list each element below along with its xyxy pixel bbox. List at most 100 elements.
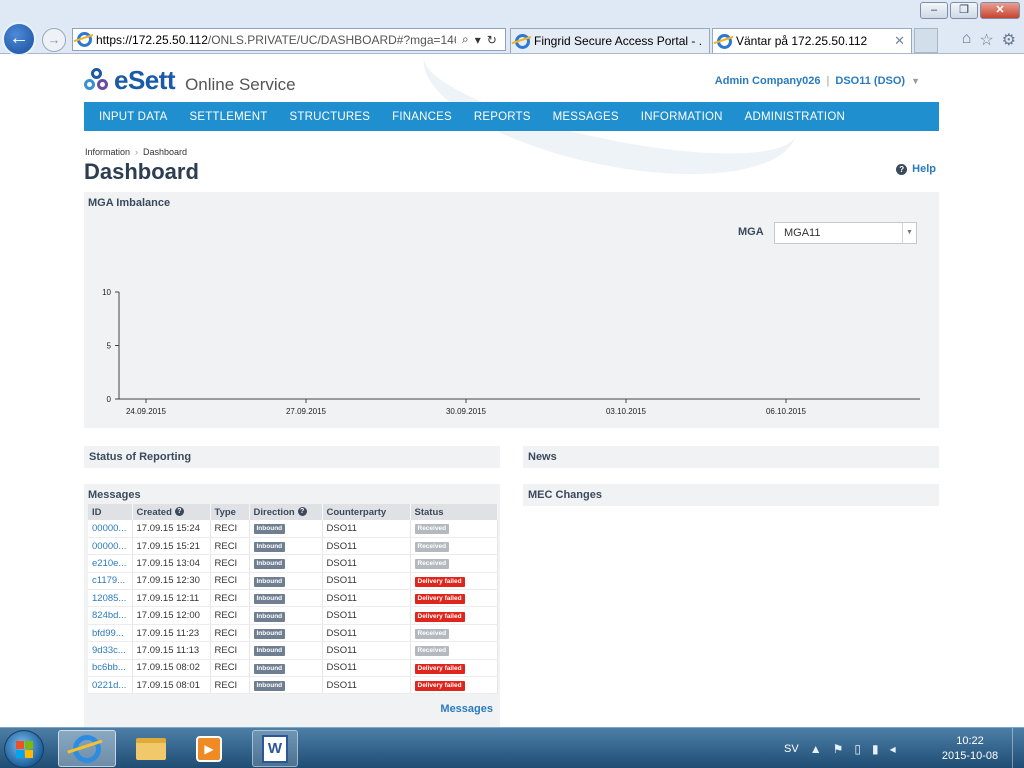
col-direction[interactable]: Direction? xyxy=(249,504,323,520)
message-id-link[interactable]: bfd99... xyxy=(88,624,133,643)
battery-icon[interactable]: ▯ xyxy=(854,742,861,756)
table-row[interactable]: 9d33c... 17.09.15 11:13 RECI Inbound DSO11 Re… xyxy=(88,641,498,660)
type-cell: RECI xyxy=(210,606,250,625)
taskbar-explorer-button[interactable] xyxy=(122,730,180,767)
table-row[interactable]: 12085... 17.09.15 12:11 RECI Inbound DSO11 De… xyxy=(88,589,498,608)
user-menu[interactable]: Admin Company026 | DSO11 (DSO) ▼ xyxy=(715,75,920,87)
refresh-icon[interactable]: ↻ xyxy=(487,33,497,47)
direction-cell: Inbound xyxy=(249,554,323,573)
menu-messages[interactable]: MESSAGES xyxy=(542,111,630,123)
status-badge: Delivery failed xyxy=(414,663,465,674)
menu-reports[interactable]: REPORTS xyxy=(463,111,542,123)
close-tab-icon[interactable]: ✕ xyxy=(894,33,905,49)
direction-badge: Inbound xyxy=(253,663,286,674)
new-tab-button[interactable] xyxy=(914,28,938,53)
minimize-button[interactable]: – xyxy=(920,2,948,19)
browser-tab-active[interactable]: Väntar på 172.25.50.112 ✕ xyxy=(712,28,912,53)
table-row[interactable]: 824bd... 17.09.15 12:00 RECI Inbound DSO11 De… xyxy=(88,606,498,625)
restore-button[interactable]: ❐ xyxy=(950,2,978,19)
panel-title: MGA Imbalance xyxy=(88,197,171,209)
menu-finances[interactable]: FINANCES xyxy=(381,111,463,123)
menu-structures[interactable]: STRUCTURES xyxy=(279,111,382,123)
message-id-link[interactable]: 00000... xyxy=(88,537,133,556)
col-status[interactable]: Status xyxy=(410,504,498,520)
message-id-link[interactable]: bc6bb... xyxy=(88,659,133,678)
question-icon[interactable]: ? xyxy=(297,507,307,517)
speaker-muted-icon[interactable]: ◂ xyxy=(890,742,896,756)
menu-input-data[interactable]: INPUT DATA xyxy=(88,111,178,123)
company-name: Admin Company026 xyxy=(714,75,821,87)
direction-cell: Inbound xyxy=(249,676,323,695)
direction-cell: Inbound xyxy=(249,572,323,591)
col-label: Type xyxy=(214,506,236,518)
col-type[interactable]: Type xyxy=(210,504,250,520)
close-window-button[interactable]: ✕ xyxy=(980,2,1020,19)
col-id[interactable]: ID xyxy=(88,504,133,520)
type-cell: RECI xyxy=(210,641,250,660)
tab-label: Fingrid Secure Access Portal - ... xyxy=(534,34,703,48)
address-text[interactable]: https://172.25.50.112/ONLS.PRIVATE/UC/DA… xyxy=(96,33,456,47)
menu-administration[interactable]: ADMINISTRATION xyxy=(734,111,856,123)
col-label: ID xyxy=(92,506,102,518)
menu-information[interactable]: INFORMATION xyxy=(630,111,734,123)
show-hidden-icons-icon[interactable]: ▲ xyxy=(810,742,822,756)
table-row[interactable]: c1179... 17.09.15 12:30 RECI Inbound DSO11 De… xyxy=(88,572,498,591)
favorites-star-icon[interactable]: ☆ xyxy=(979,30,993,50)
dropdown-arrow-icon[interactable]: ▾ xyxy=(475,33,481,47)
y-tick-label: 10 xyxy=(102,288,111,297)
main-menu: INPUT DATA SETTLEMENT STRUCTURES FINANCE… xyxy=(84,102,939,131)
network-signal-icon[interactable]: ▮ xyxy=(872,742,879,756)
counterparty-cell: DSO11 xyxy=(322,624,411,643)
question-icon: ? xyxy=(896,163,908,175)
message-id-link[interactable]: 12085... xyxy=(88,589,133,608)
menu-settlement[interactable]: SETTLEMENT xyxy=(178,111,278,123)
address-bar[interactable]: https://172.25.50.112/ONLS.PRIVATE/UC/DA… xyxy=(72,28,506,51)
separator: | xyxy=(826,75,830,87)
message-id-link[interactable]: 0221d... xyxy=(88,676,133,695)
message-id-link[interactable]: 824bd... xyxy=(88,606,133,625)
mga-select[interactable]: MGA11 ▼ xyxy=(774,222,917,244)
table-row[interactable]: bfd99... 17.09.15 11:23 RECI Inbound DSO11 Re… xyxy=(88,624,498,643)
message-id-link[interactable]: c1179... xyxy=(88,572,133,591)
messages-more-link[interactable]: Messages xyxy=(440,703,493,715)
table-row[interactable]: e210e... 17.09.15 13:04 RECI Inbound DSO11 Re… xyxy=(88,554,498,573)
messages-table: ID Created? Type Direction? Counterparty… xyxy=(88,504,498,695)
forward-button[interactable]: → xyxy=(42,28,66,52)
message-id-link[interactable]: 9d33c... xyxy=(88,641,133,660)
breadcrumb-current: Dashboard xyxy=(143,147,188,157)
taskbar-ie-button[interactable] xyxy=(58,730,116,767)
taskbar-word-button[interactable]: W xyxy=(252,730,298,767)
home-icon[interactable]: ⌂ xyxy=(962,30,972,50)
status-cell: Delivery failed xyxy=(410,606,498,625)
x-tick-label: 30.09.2015 xyxy=(446,407,487,416)
col-label: Counterparty xyxy=(326,506,387,518)
help-link[interactable]: ? Help xyxy=(896,163,936,175)
message-id-link[interactable]: 00000... xyxy=(88,520,133,538)
language-indicator[interactable]: SV xyxy=(784,743,799,755)
breadcrumb-parent[interactable]: Information xyxy=(85,147,130,157)
table-row[interactable]: 00000... 17.09.15 15:21 RECI Inbound DSO11 Re… xyxy=(88,537,498,556)
table-row[interactable]: 0221d... 17.09.15 08:01 RECI Inbound DSO11 De… xyxy=(88,676,498,695)
table-row[interactable]: bc6bb... 17.09.15 08:02 RECI Inbound DSO11 De… xyxy=(88,659,498,678)
col-created[interactable]: Created? xyxy=(132,504,211,520)
question-icon[interactable]: ? xyxy=(174,507,184,517)
system-tray: SV ▲ ⚑ ▯ ▮ ◂ xyxy=(784,728,896,768)
taskbar-media-button[interactable]: ▶ xyxy=(180,730,238,767)
show-desktop-button[interactable] xyxy=(1012,728,1024,768)
chevron-down-icon: ▼ xyxy=(902,223,916,243)
direction-badge: Inbound xyxy=(253,646,286,657)
caret-down-icon: ▼ xyxy=(911,76,920,86)
start-button[interactable] xyxy=(4,730,44,768)
search-icon[interactable]: ⌕ xyxy=(462,32,469,47)
status-of-reporting-panel: Status of Reporting xyxy=(84,446,500,468)
message-id-link[interactable]: e210e... xyxy=(88,554,133,573)
table-row[interactable]: 00000... 17.09.15 15:24 RECI Inbound DSO11 Re… xyxy=(88,520,498,538)
system-clock[interactable]: 10:22 2015-10-08 xyxy=(930,734,1010,764)
action-center-flag-icon[interactable]: ⚑ xyxy=(833,742,844,756)
back-button[interactable]: ← xyxy=(2,22,36,56)
browser-tab-fingrid[interactable]: Fingrid Secure Access Portal - ... xyxy=(510,28,710,53)
col-counterparty[interactable]: Counterparty xyxy=(322,504,411,520)
x-tick-label: 06.10.2015 xyxy=(766,407,807,416)
esett-logo[interactable]: eSett Online Service xyxy=(84,65,296,96)
gear-icon[interactable]: ⚙ xyxy=(1002,30,1016,50)
